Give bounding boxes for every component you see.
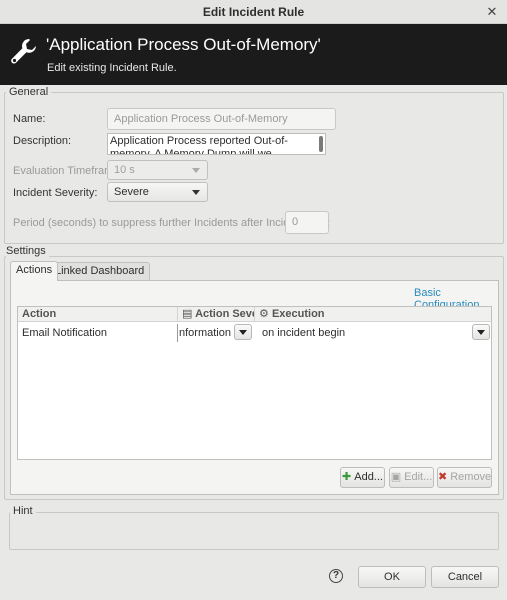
add-action-label: Add... [354,471,383,483]
banner-title: 'Application Process Out-of-Memory' [46,35,321,54]
row-execution-dropdown[interactable] [472,324,490,340]
execution-icon: ⚙ [259,308,269,320]
evaluation-timeframe-select[interactable]: 10 s [107,160,208,180]
incident-severity-select[interactable]: Severe [107,182,208,202]
remove-icon: ✖ [438,471,448,483]
remove-action-label: Remove [450,471,492,483]
edit-action-label: Edit... [404,471,433,483]
edit-icon: ▣ [390,471,402,483]
incident-severity-value: Severe [114,186,149,198]
plus-icon: ✚ [342,471,352,483]
description-text: Application Process reported Out-of-memo… [110,135,288,155]
chevron-down-icon [192,168,200,173]
incident-severity-label: Incident Severity: [13,187,98,199]
cancel-button[interactable]: Cancel [431,566,499,588]
row-action-cell: Email Notification [22,327,107,339]
column-divider [177,324,178,342]
row-execution-cell: on incident begin [262,327,346,339]
row-severity-dropdown[interactable] [234,324,252,340]
column-header-execution[interactable]: ⚙ Execution [255,307,491,322]
ok-button[interactable]: OK [358,566,426,588]
banner-subtitle: Edit existing Incident Rule. [47,62,177,74]
column-header-action-severity[interactable]: ▤ Action Severit [178,307,255,322]
header-banner: 'Application Process Out-of-Memory' Edit… [0,24,507,85]
description-scrollbar[interactable] [319,136,323,152]
suppress-period-label: Period (seconds) to suppress further Inc… [13,217,331,229]
window-title: Edit Incident Rule [202,5,305,19]
actions-table: Action ▤ Action Severit ⚙ Execution Emai… [17,306,492,460]
row-severity-cell: nformational [179,327,231,339]
general-legend: General [6,86,52,98]
hint-group [9,512,499,550]
evaluation-timeframe-value: 10 s [114,164,135,176]
tab-actions[interactable]: Actions [10,261,59,281]
remove-action-button[interactable]: ✖ Remove [437,467,492,488]
suppress-period-field[interactable]: 0 [285,211,329,234]
severity-icon: ▤ [182,308,193,320]
column-header-action-severity-label: Action Severit [195,308,254,320]
name-label: Name: [13,113,46,125]
tab-linked-dashboard[interactable]: Linked Dashboard [49,262,151,281]
hint-legend: Hint [10,505,36,517]
chevron-down-icon [192,190,200,195]
help-icon[interactable]: ? [329,569,343,583]
column-header-action-label: Action [22,308,57,320]
wrench-icon [11,39,37,64]
description-field[interactable]: Application Process reported Out-of-memo… [107,133,326,155]
name-field[interactable]: Application Process Out-of-Memory [107,108,336,130]
column-header-execution-label: Execution [271,308,325,320]
window-titlebar: Edit Incident Rule ✕ [0,0,507,24]
settings-legend: Settings [6,245,49,257]
close-icon[interactable]: ✕ [485,0,499,24]
edit-action-button[interactable]: ▣ Edit... [389,467,434,488]
column-header-action[interactable]: Action [18,307,178,322]
add-action-button[interactable]: ✚ Add... [340,467,385,488]
description-label: Description: [13,135,72,147]
